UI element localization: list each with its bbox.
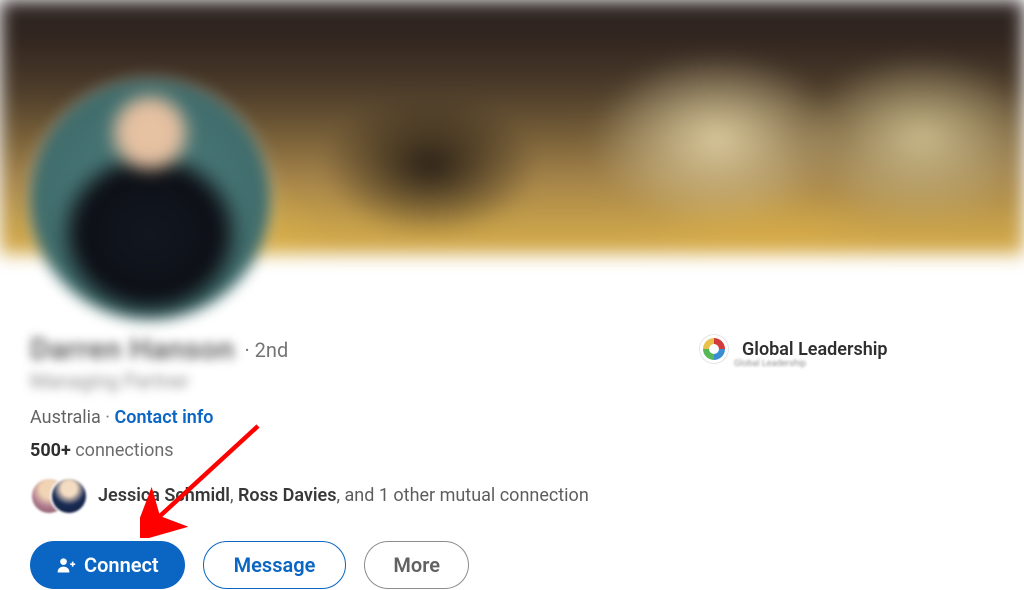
- connections-label: connections: [71, 440, 174, 461]
- mutual-name-1: Jessica Schmidl: [98, 485, 230, 506]
- connections-count: 500+: [30, 440, 71, 461]
- connect-button[interactable]: Connect: [30, 541, 185, 589]
- more-button[interactable]: More: [364, 541, 469, 589]
- mutual-avatars: [30, 477, 84, 513]
- connection-degree: · 2nd: [245, 338, 289, 362]
- message-button[interactable]: Message: [203, 541, 347, 589]
- mutual-text: Jessica Schmidl, Ross Davies, and 1 othe…: [98, 485, 589, 506]
- company-logo-caption: Global Leadership: [734, 359, 806, 369]
- contact-info-link[interactable]: Contact info: [114, 407, 213, 428]
- connect-label: Connect: [84, 553, 159, 577]
- connect-icon: [56, 555, 76, 575]
- mutual-connections-row[interactable]: Jessica Schmidl, Ross Davies, and 1 othe…: [30, 477, 1024, 513]
- profile-name: Darren Hanson: [30, 332, 235, 367]
- action-buttons: Connect Message More: [30, 541, 1024, 589]
- profile-photo[interactable]: [30, 80, 270, 320]
- mutual-rest: , and 1 other mutual connection: [336, 485, 588, 506]
- company-name: Global Leadership: [742, 339, 888, 360]
- separator: ·: [101, 407, 115, 428]
- more-label: More: [393, 553, 440, 577]
- mutual-name-2: Ross Davies: [238, 485, 337, 506]
- location-row: Australia · Contact info: [30, 407, 1024, 428]
- connections-row[interactable]: 500+ connections: [30, 440, 1024, 461]
- mutual-avatar-2: [50, 477, 88, 515]
- message-label: Message: [234, 553, 316, 577]
- location-text: Australia: [30, 407, 101, 428]
- profile-headline: Managing Partner: [30, 369, 1024, 393]
- company-logo-icon: Global Leadership: [700, 335, 728, 363]
- company-entry[interactable]: Global Leadership Global Leadership: [700, 335, 888, 363]
